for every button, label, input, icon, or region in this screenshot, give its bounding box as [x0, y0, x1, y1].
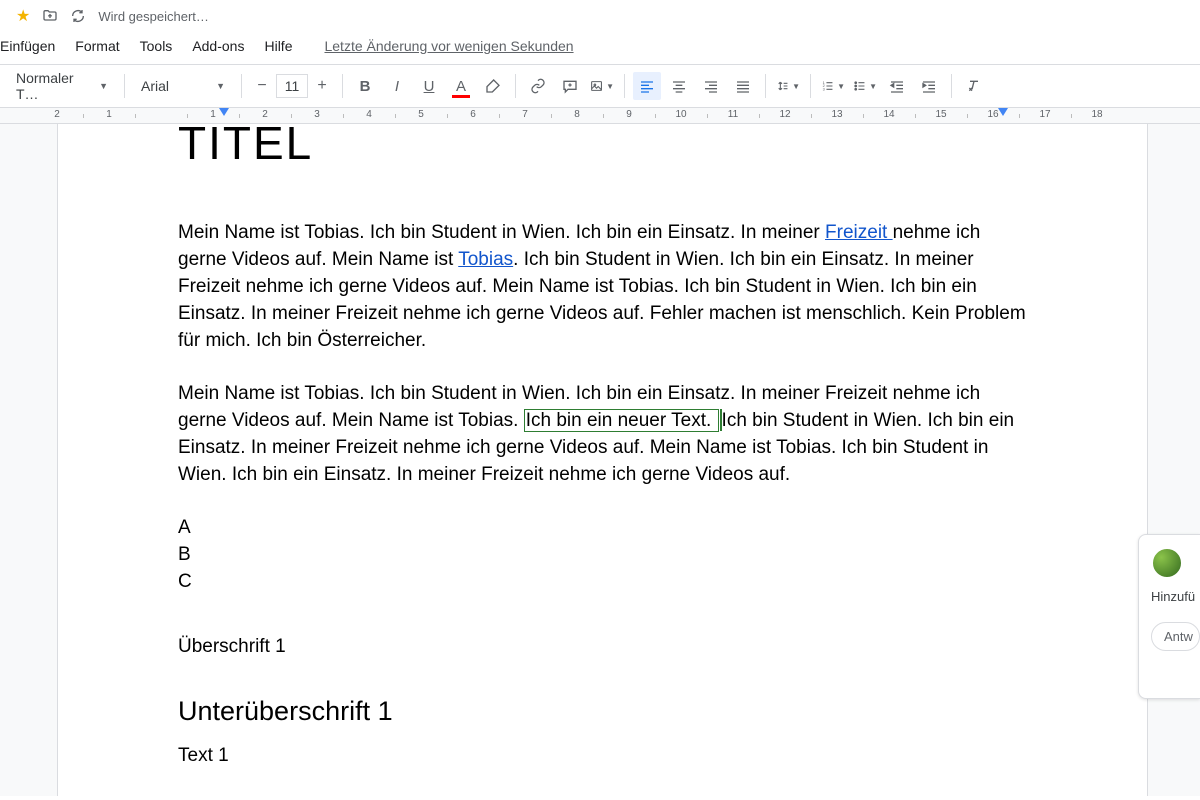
- chevron-down-icon: ▼: [606, 82, 614, 91]
- numbered-list-button[interactable]: 123 ▼: [819, 72, 847, 100]
- insert-link-button[interactable]: [524, 72, 552, 100]
- underline-button[interactable]: U: [415, 72, 443, 100]
- list-item: C: [178, 569, 1027, 596]
- title-bar: ★ Wird gespeichert…: [0, 0, 1200, 32]
- document-page[interactable]: TITEL Mein Name ist Tobias. Ich bin Stud…: [57, 124, 1148, 796]
- chevron-down-icon: ▼: [869, 82, 877, 91]
- sub-heading[interactable]: Unterüberschrift 1: [178, 696, 1027, 727]
- sync-icon: [70, 8, 86, 24]
- separator: [810, 74, 811, 98]
- chevron-down-icon: ▼: [837, 82, 845, 91]
- align-justify-button[interactable]: [729, 72, 757, 100]
- bulleted-list-button[interactable]: ▼: [851, 72, 879, 100]
- link-tobias[interactable]: Tobias: [458, 249, 513, 270]
- align-left-button[interactable]: [633, 72, 661, 100]
- heading-eyebrow[interactable]: Überschrift 1: [178, 636, 1027, 658]
- text-color-button[interactable]: A: [447, 72, 475, 100]
- suggestion-text[interactable]: Ich bin ein neuer Text.: [524, 409, 719, 432]
- menu-bar: Einfügen Format Tools Add-ons Hilfe Letz…: [0, 32, 1200, 64]
- document-title[interactable]: TITEL: [178, 124, 1027, 170]
- svg-text:3: 3: [823, 87, 825, 91]
- menu-help[interactable]: Hilfe: [264, 38, 292, 54]
- paragraph-2[interactable]: Mein Name ist Tobias. Ich bin Student in…: [178, 381, 1027, 489]
- decrease-indent-button[interactable]: [883, 72, 911, 100]
- font-family-label: Arial: [141, 78, 169, 94]
- comment-card[interactable]: Hinzufü Antw: [1138, 534, 1200, 699]
- list-item: A: [178, 515, 1027, 542]
- move-folder-icon[interactable]: [42, 8, 58, 24]
- italic-button[interactable]: I: [383, 72, 411, 100]
- document-canvas: TITEL Mein Name ist Tobias. Ich bin Stud…: [0, 124, 1200, 796]
- highlight-button[interactable]: [479, 72, 507, 100]
- comment-reply-input[interactable]: Antw: [1151, 622, 1200, 651]
- avatar: [1151, 547, 1183, 579]
- separator: [765, 74, 766, 98]
- chevron-down-icon: ▼: [99, 81, 108, 91]
- comment-action-label: Hinzufü: [1151, 589, 1200, 604]
- font-family-dropdown[interactable]: Arial ▼: [133, 72, 233, 100]
- chevron-down-icon: ▼: [792, 82, 800, 91]
- separator: [342, 74, 343, 98]
- clear-formatting-button[interactable]: [960, 72, 988, 100]
- bold-button[interactable]: B: [351, 72, 379, 100]
- link-freizeit[interactable]: Freizeit: [825, 222, 893, 243]
- toolbar: Normaler T… ▼ Arial ▼ − + B I U A ▼: [0, 64, 1200, 108]
- list-block[interactable]: A B C: [178, 515, 1027, 596]
- font-size-decrease[interactable]: −: [250, 74, 274, 98]
- menu-insert[interactable]: Einfügen: [0, 38, 55, 54]
- star-icon[interactable]: ★: [16, 6, 30, 26]
- line-spacing-button[interactable]: ▼: [774, 72, 802, 100]
- save-status: Wird gespeichert…: [98, 9, 209, 24]
- align-right-button[interactable]: [697, 72, 725, 100]
- text-color-swatch: [452, 95, 470, 98]
- paragraph-style-label: Normaler T…: [16, 70, 99, 102]
- last-change-link[interactable]: Letzte Änderung vor wenigen Sekunden: [324, 38, 573, 54]
- list-item: B: [178, 542, 1027, 569]
- align-center-button[interactable]: [665, 72, 693, 100]
- chevron-down-icon: ▼: [216, 81, 225, 91]
- separator: [241, 74, 242, 98]
- separator: [515, 74, 516, 98]
- insert-image-button[interactable]: ▼: [588, 72, 616, 100]
- add-comment-button[interactable]: [556, 72, 584, 100]
- separator: [124, 74, 125, 98]
- menu-addons[interactable]: Add-ons: [192, 38, 244, 54]
- font-size-input[interactable]: [276, 74, 308, 98]
- separator: [624, 74, 625, 98]
- body-text[interactable]: Text 1: [178, 745, 1027, 767]
- menu-tools[interactable]: Tools: [140, 38, 173, 54]
- font-size-increase[interactable]: +: [310, 74, 334, 98]
- paragraph-style-dropdown[interactable]: Normaler T… ▼: [8, 72, 116, 100]
- separator: [951, 74, 952, 98]
- horizontal-ruler[interactable]: 21123456789101112131415161718: [0, 108, 1200, 124]
- paragraph-1[interactable]: Mein Name ist Tobias. Ich bin Student in…: [178, 220, 1027, 355]
- menu-format[interactable]: Format: [75, 38, 119, 54]
- font-size-group: − +: [250, 74, 334, 98]
- increase-indent-button[interactable]: [915, 72, 943, 100]
